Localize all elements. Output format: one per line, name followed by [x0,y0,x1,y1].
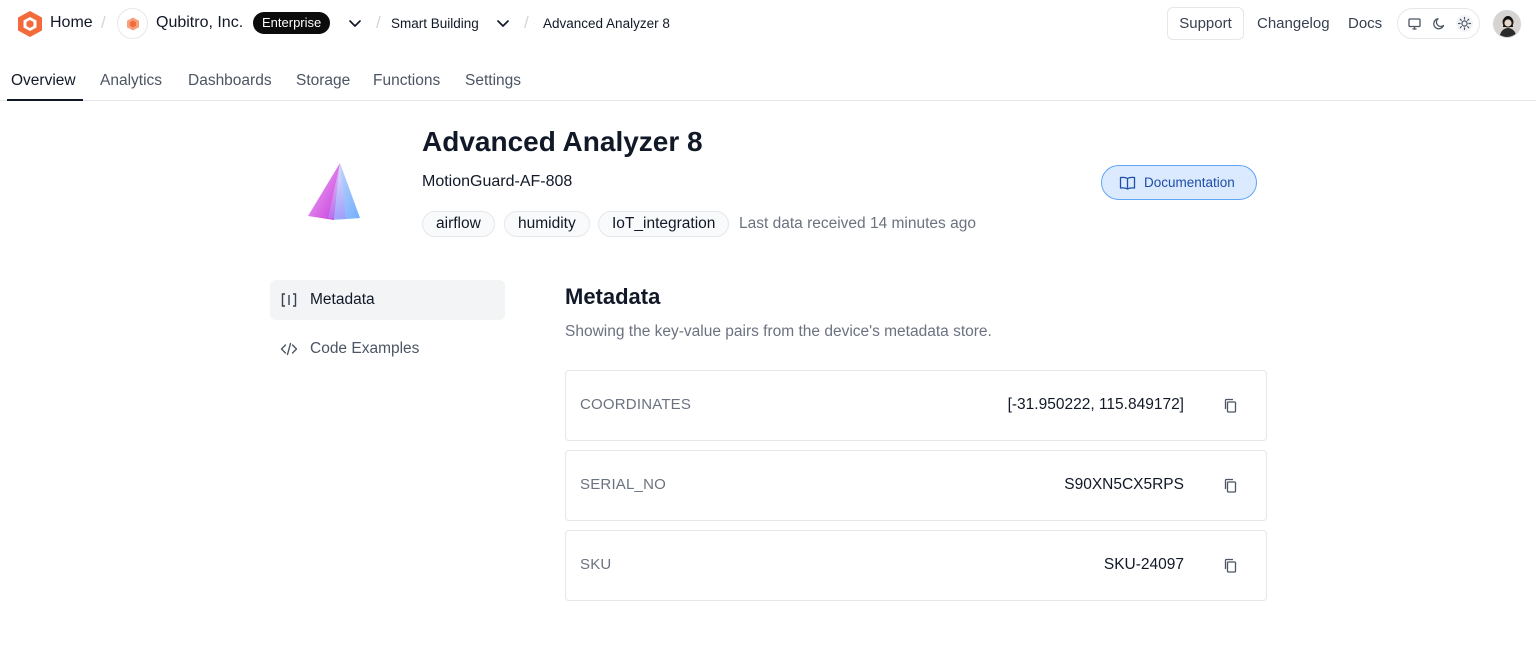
metadata-value: S90XN5CX5RPS [1064,476,1184,493]
sidenav-item-label: Metadata [310,291,375,308]
tab-settings[interactable]: Settings [465,72,521,90]
sun-icon[interactable] [1456,15,1473,32]
book-open-icon [1119,176,1136,190]
support-button[interactable]: Support [1167,7,1244,40]
copy-icon[interactable] [1222,397,1240,415]
metadata-row: SKU SKU-24097 [565,530,1267,601]
breadcrumb-separator: / [376,13,381,32]
device-title: Advanced Analyzer 8 [422,126,703,157]
sidenav-item-metadata[interactable]: Metadata [270,280,505,320]
docs-link[interactable]: Docs [1348,15,1382,32]
tag-iot-integration[interactable]: IoT_integration [598,211,730,237]
documentation-button[interactable]: Documentation [1101,165,1257,200]
metadata-key: SKU [580,556,612,573]
metadata-key: SERIAL_NO [580,476,666,493]
tab-overview[interactable]: Overview [11,72,76,90]
breadcrumb-current-device: Advanced Analyzer 8 [543,16,670,31]
project-switcher-chevron-down-icon[interactable] [494,14,512,32]
tab-analytics[interactable]: Analytics [100,72,162,90]
user-avatar[interactable] [1493,10,1521,38]
tab-functions[interactable]: Functions [373,72,440,90]
changelog-link[interactable]: Changelog [1257,15,1330,32]
copy-icon[interactable] [1222,477,1240,495]
last-data-received: Last data received 14 minutes ago [739,215,976,232]
theme-toggle [1397,8,1480,39]
section-description: Showing the key-value pairs from the dev… [565,323,992,340]
breadcrumb-separator: / [524,13,529,32]
metadata-key: COORDINATES [580,396,692,413]
org-avatar[interactable] [117,8,148,39]
top-bar: Home / Qubitro, Inc. Enterprise / Smart … [0,0,1536,48]
main-tabs: Overview Analytics Dashboards Storage Fu… [0,60,1536,101]
tab-storage[interactable]: Storage [296,72,350,90]
moon-icon[interactable] [1431,15,1448,32]
code-icon [280,340,298,358]
documentation-button-label: Documentation [1144,175,1235,190]
qubitro-logo-icon[interactable] [17,10,43,38]
metadata-row: COORDINATES [-31.950222, 115.849172] [565,370,1267,441]
device-image [304,160,368,224]
org-switcher-chevron-down-icon[interactable] [346,14,364,32]
sidenav-item-label: Code Examples [310,340,420,357]
org-name[interactable]: Qubitro, Inc. [156,14,243,32]
metadata-value: [-31.950222, 115.849172] [1007,396,1184,413]
org-logo-icon [127,17,139,31]
copy-icon[interactable] [1222,557,1240,575]
metadata-row: SERIAL_NO S90XN5CX5RPS [565,450,1267,521]
metadata-value: SKU-24097 [1103,556,1184,573]
active-tab-indicator [7,99,83,101]
tab-dashboards[interactable]: Dashboards [188,72,272,90]
section-title: Metadata [565,284,661,309]
sidenav-item-code-examples[interactable]: Code Examples [270,329,505,369]
plan-badge: Enterprise [253,12,331,34]
breadcrumb-separator: / [101,13,106,32]
breadcrumb-project[interactable]: Smart Building [391,16,479,31]
brackets-icon [280,291,298,309]
monitor-icon[interactable] [1406,15,1423,32]
home-link[interactable]: Home [50,14,93,32]
device-model: MotionGuard-AF-808 [422,173,573,190]
tag-humidity[interactable]: humidity [504,211,590,237]
tag-airflow[interactable]: airflow [422,211,495,237]
